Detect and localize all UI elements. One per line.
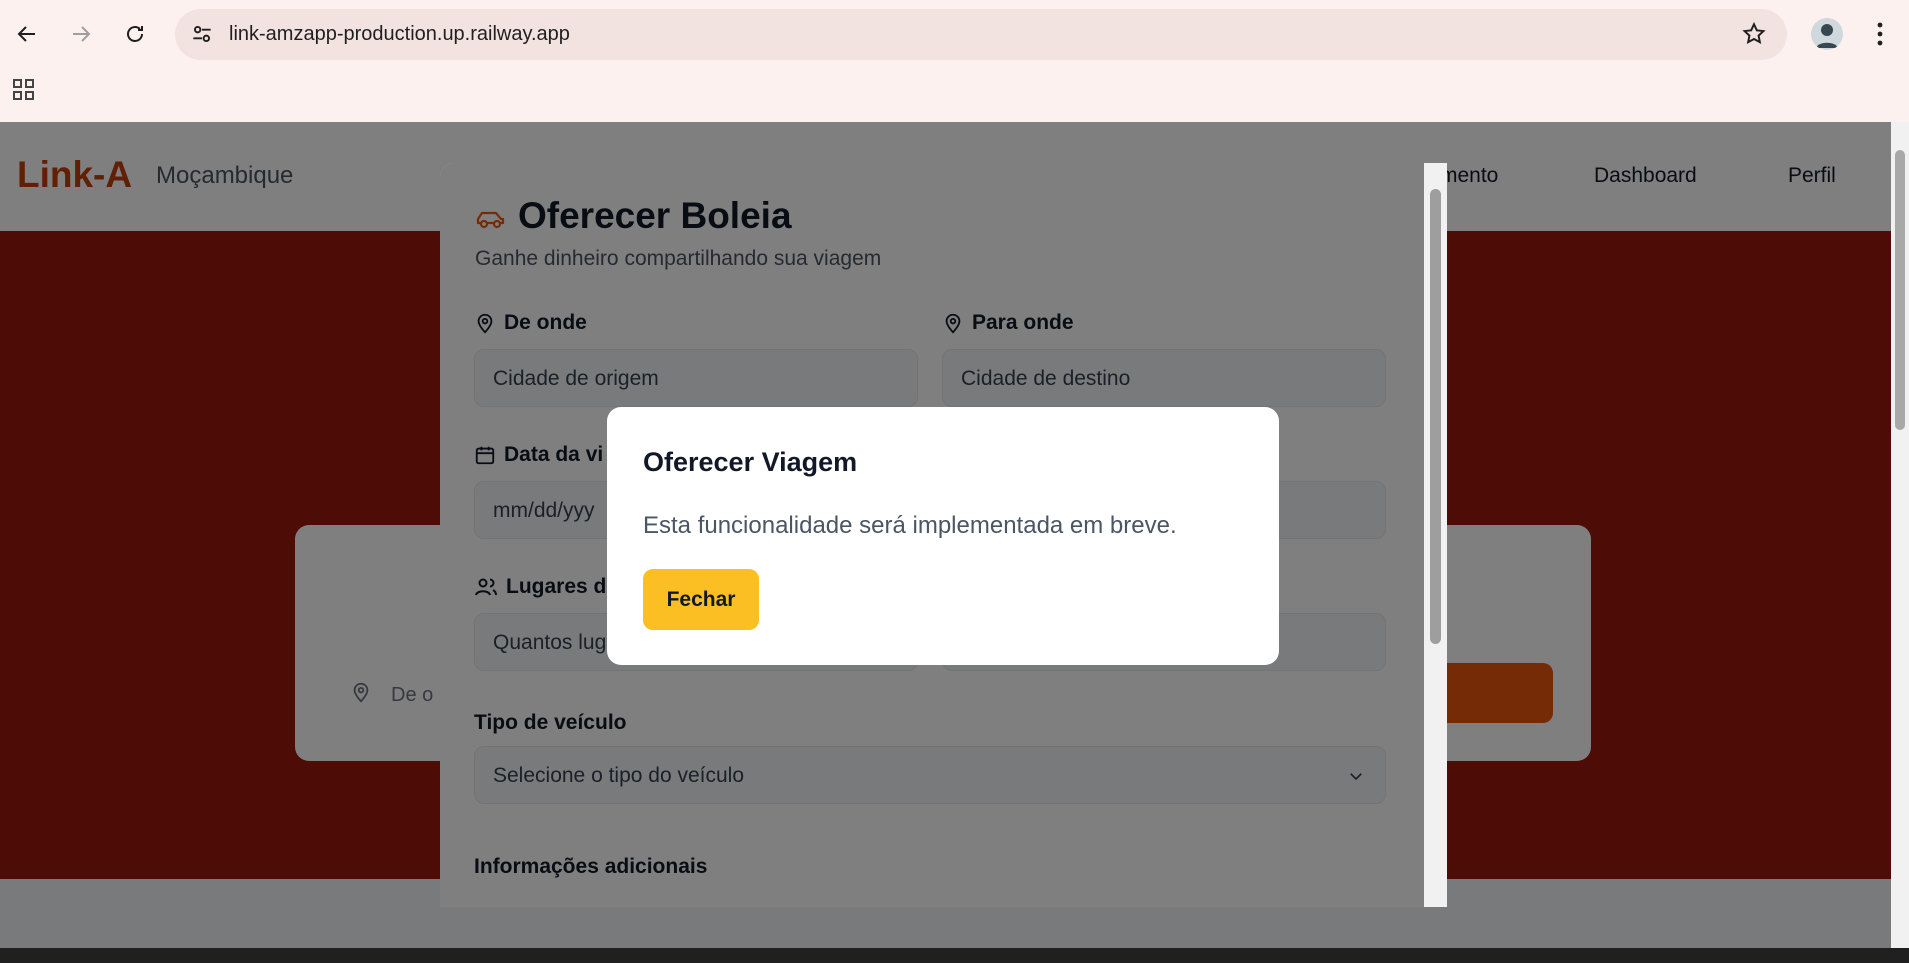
arrow-right-icon bbox=[73, 26, 91, 42]
address-bar[interactable]: link-amzapp-production.up.railway.app bbox=[175, 9, 1787, 60]
person-icon bbox=[1816, 24, 1838, 48]
close-button[interactable]: Fechar bbox=[643, 569, 759, 630]
modal-scrollbar-thumb[interactable] bbox=[1430, 189, 1441, 644]
dialog-title: Oferecer Viagem bbox=[643, 447, 858, 477]
alert-dialog: Oferecer Viagem Esta funcionalidade será… bbox=[607, 407, 1279, 665]
page-scrollbar[interactable] bbox=[1891, 122, 1909, 948]
taskbar bbox=[0, 948, 1909, 963]
dialog-message: Esta funcionalidade será implementada em… bbox=[643, 512, 1177, 539]
bookmark-star-icon[interactable] bbox=[1741, 21, 1767, 47]
more-vert-icon bbox=[1877, 22, 1883, 46]
arrow-left-icon bbox=[17, 26, 35, 42]
modal-scrollbar[interactable] bbox=[1424, 163, 1447, 907]
page-scrollbar-thumb[interactable] bbox=[1895, 150, 1905, 430]
apps-button[interactable] bbox=[12, 78, 36, 107]
back-button[interactable] bbox=[7, 14, 47, 54]
profile-avatar[interactable] bbox=[1811, 18, 1843, 50]
browser-menu-button[interactable] bbox=[1868, 18, 1892, 55]
site-settings-icon[interactable] bbox=[189, 21, 215, 47]
reload-button[interactable] bbox=[115, 14, 155, 54]
forward-button[interactable] bbox=[61, 14, 101, 54]
reload-icon bbox=[127, 26, 143, 42]
apps-grid-icon bbox=[13, 79, 34, 100]
browser-chrome: link-amzapp-production.up.railway.app bbox=[0, 0, 1909, 122]
url-text: link-amzapp-production.up.railway.app bbox=[229, 23, 570, 45]
